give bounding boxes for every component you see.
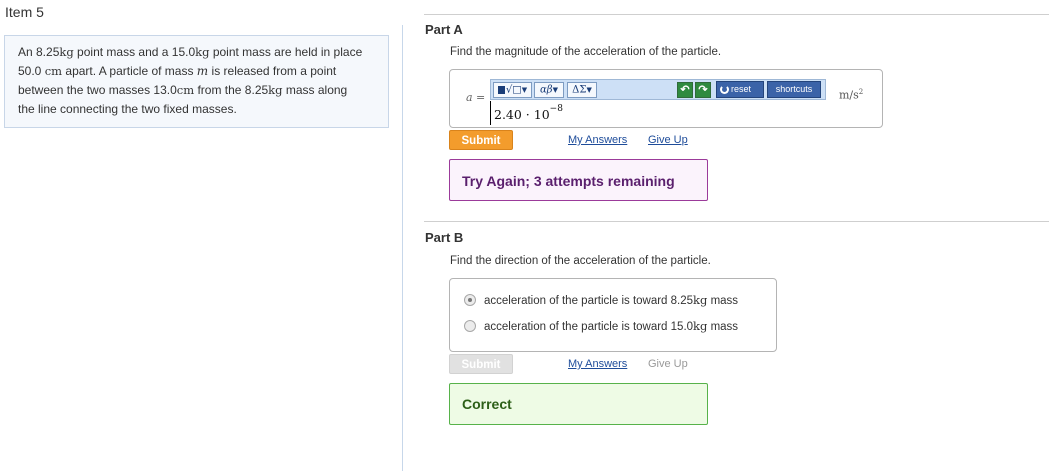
answer-input[interactable]: 2.40 · 10−8 bbox=[490, 101, 826, 125]
part-a-feedback: Try Again; 3 attempts remaining bbox=[449, 159, 708, 201]
dropdown-caret-icon: ▼ bbox=[552, 86, 558, 94]
radio-button-selected[interactable] bbox=[464, 294, 476, 306]
item-title: Item 5 bbox=[5, 4, 44, 20]
part-a-question: Find the magnitude of the acceleration o… bbox=[450, 46, 722, 58]
dropdown-caret-icon: ▼ bbox=[586, 86, 592, 94]
problem-line: between the two masses 13.0cm from the 8… bbox=[18, 83, 348, 97]
part-a-label: Part A bbox=[425, 22, 463, 37]
math-toolbar: √□▼ αβ▼ ΔΣ▼ ↶ ↷ reset shortcuts bbox=[490, 79, 826, 100]
undo-icon[interactable]: ↶ bbox=[677, 82, 693, 98]
dropdown-caret-icon: ▼ bbox=[521, 86, 528, 94]
template-icon bbox=[497, 86, 505, 94]
part-b-divider bbox=[424, 221, 1049, 222]
part-a-submit-button[interactable]: Submit bbox=[449, 130, 513, 150]
part-a-my-answers-link[interactable]: My Answers bbox=[568, 134, 627, 146]
part-a-answer-box: a = √□▼ αβ▼ ΔΣ▼ ↶ ↷ reset shortcuts 2.40… bbox=[449, 69, 883, 128]
part-b-my-answers-link[interactable]: My Answers bbox=[568, 358, 627, 370]
part-b-submit-button: Submit bbox=[449, 354, 513, 374]
redo-icon[interactable]: ↷ bbox=[695, 82, 711, 98]
part-a-divider bbox=[424, 14, 1049, 15]
problem-panel: An 8.25kg point mass and a 15.0kg point … bbox=[0, 25, 403, 471]
templates-button[interactable]: √□▼ bbox=[493, 82, 532, 98]
part-a-give-up-link[interactable]: Give Up bbox=[648, 134, 688, 146]
unit-label: m/s2 bbox=[839, 88, 864, 102]
part-b-question: Find the direction of the acceleration o… bbox=[450, 255, 711, 267]
problem-line: the line connecting the two fixed masses… bbox=[18, 102, 237, 116]
problem-line: 50.0 cm apart. A particle of mass m is r… bbox=[18, 64, 337, 78]
operators-button[interactable]: ΔΣ▼ bbox=[567, 82, 597, 98]
part-b-label: Part B bbox=[425, 230, 464, 245]
part-b-options: acceleration of the particle is toward 8… bbox=[449, 278, 777, 352]
part-b-give-up-link: Give Up bbox=[648, 358, 688, 370]
shortcuts-button[interactable]: shortcuts bbox=[767, 81, 821, 98]
problem-line: An 8.25kg point mass and a 15.0kg point … bbox=[18, 45, 363, 59]
reset-icon bbox=[720, 85, 729, 94]
problem-statement: An 8.25kg point mass and a 15.0kg point … bbox=[4, 35, 389, 128]
reset-button[interactable]: reset bbox=[716, 81, 764, 98]
variable-label: a = bbox=[466, 91, 486, 104]
radio-button[interactable] bbox=[464, 320, 476, 332]
greek-button[interactable]: αβ▼ bbox=[534, 82, 564, 98]
part-b-feedback: Correct bbox=[449, 383, 708, 425]
